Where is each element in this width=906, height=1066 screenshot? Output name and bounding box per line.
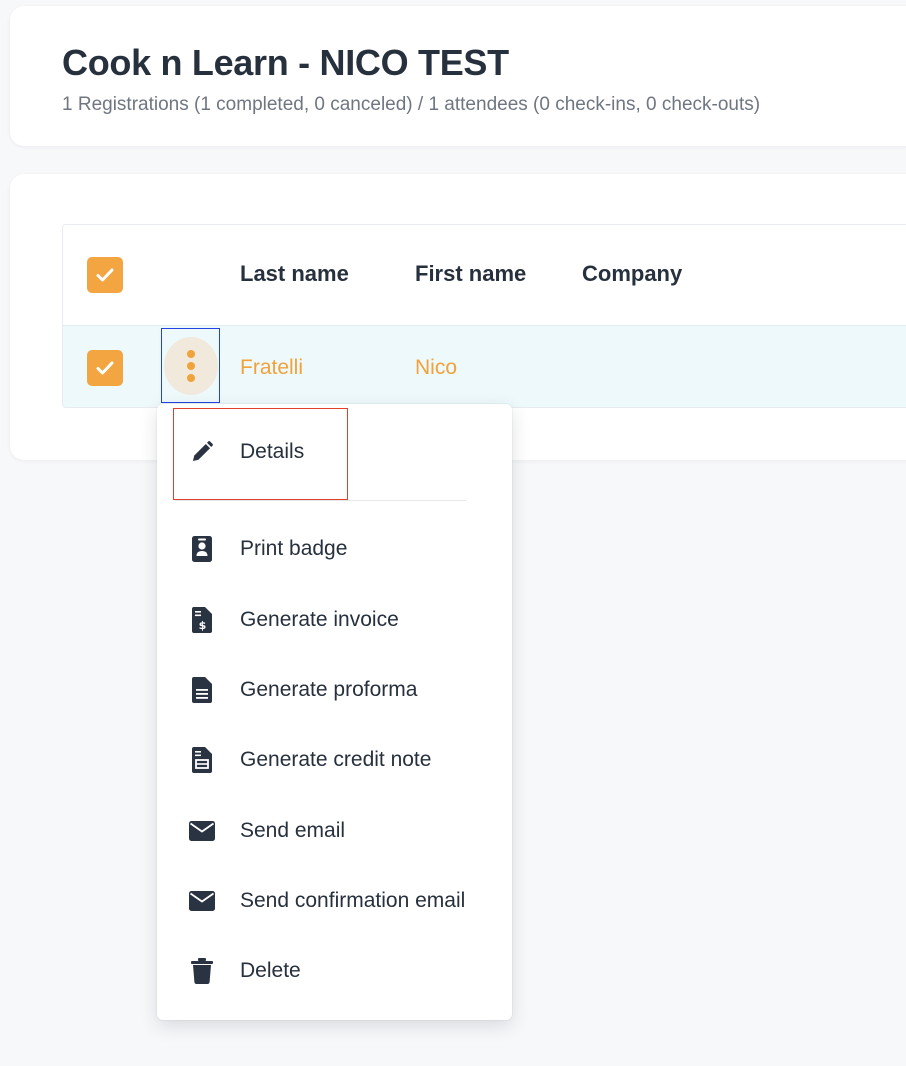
table-header: Last name First name Company [63,225,906,325]
menu-item-generate-invoice[interactable]: $ Generate invoice [157,595,512,645]
row-actions-button[interactable] [164,337,218,395]
menu-item-label: Details [240,440,305,463]
menu-item-label: Generate invoice [240,608,399,631]
menu-item-details[interactable]: Details [157,427,512,477]
envelope-icon [189,818,215,844]
column-header-first-name[interactable]: First name [415,261,526,287]
menu-item-label: Delete [240,959,301,982]
column-header-last-name[interactable]: Last name [240,261,349,287]
cell-last-name[interactable]: Fratelli [240,356,303,380]
row-select-checkbox[interactable] [87,350,123,386]
menu-item-label: Send email [240,819,346,842]
menu-item-send-confirmation-email[interactable]: Send confirmation email [157,876,512,926]
page-title: Cook n Learn - NICO TEST [62,42,509,83]
invoice-icon: $ [189,607,215,633]
event-header: Cook n Learn - NICO TEST 1 Registrations… [10,6,906,146]
kebab-dot [187,362,195,370]
svg-text:$: $ [199,619,207,632]
menu-divider [175,500,466,501]
trash-icon [189,958,215,984]
kebab-dot [187,374,195,382]
menu-item-delete[interactable]: Delete [157,946,512,996]
check-icon [96,361,114,375]
menu-item-label: Send confirmation email [240,889,466,912]
menu-item-label: Print badge [240,537,348,560]
pencil-icon [189,439,215,465]
registration-summary: 1 Registrations (1 completed, 0 canceled… [62,94,761,115]
check-icon [96,268,114,282]
credit-note-icon [189,747,215,773]
menu-item-generate-credit-note[interactable]: Generate credit note [157,735,512,785]
kebab-dot [187,350,195,358]
cell-first-name[interactable]: Nico [415,356,457,380]
menu-item-label: Generate credit note [240,748,432,771]
menu-item-send-email[interactable]: Send email [157,806,512,856]
menu-item-print-badge[interactable]: Print badge [157,524,512,574]
row-actions-menu: Details Print badge $ Generate invoice G… [157,404,512,1020]
select-all-checkbox[interactable] [87,257,123,293]
row-actions-focus-outline [161,328,220,403]
column-header-company[interactable]: Company [582,261,682,287]
menu-item-generate-proforma[interactable]: Generate proforma [157,665,512,715]
document-icon [189,677,215,703]
menu-item-label: Generate proforma [240,678,418,701]
envelope-icon [189,888,215,914]
badge-icon [189,536,215,562]
